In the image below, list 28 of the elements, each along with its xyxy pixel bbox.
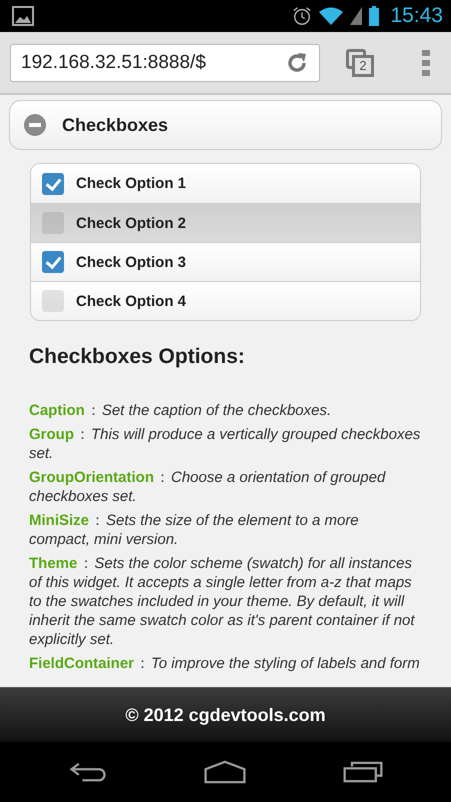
option-description: MiniSize：Sets the size of the element to a more compact, mini version. — [29, 511, 360, 549]
checkbox-option[interactable]: Check Option 3 — [31, 242, 420, 281]
checkbox[interactable] — [42, 212, 64, 234]
collapsible-header[interactable]: Checkboxes — [9, 100, 442, 150]
checkbox-option[interactable]: Check Option 4 — [31, 281, 420, 320]
checkbox[interactable] — [42, 251, 64, 273]
menu-icon[interactable] — [422, 50, 430, 76]
checkbox[interactable] — [42, 172, 64, 194]
clock-time: 15:43 — [390, 4, 443, 28]
option-description: Caption：Set the caption of the checkboxes. — [29, 401, 332, 420]
picture-icon — [12, 6, 34, 26]
option-description: FieldContainer：To improve the styling of labels and form — [29, 654, 421, 673]
home-icon[interactable] — [202, 760, 248, 784]
copyright-text: © 2012 cgdevtools.com — [125, 704, 326, 726]
alarm-icon — [292, 6, 312, 26]
option-description: GroupOrientation：Choose a orientation of grouped checkboxes set. — [29, 468, 387, 506]
checkbox-option[interactable]: Check Option 1 — [31, 164, 420, 203]
option-description: Theme：Sets the color scheme (swatch) for all instances of this widget. It accepts a single letter from a-z that maps to the swatches included in your theme. By default, it will inherit the same swatch color as it's parent container if not explicitly set. — [29, 554, 416, 649]
recent-apps-icon[interactable] — [340, 761, 384, 783]
wifi-icon — [319, 7, 344, 25]
option-description: Group：This will produce a vertically grouped checkboxes set. — [29, 425, 421, 463]
checkbox[interactable] — [42, 290, 64, 312]
section-heading: Checkboxes Options: — [29, 345, 246, 369]
back-icon[interactable] — [66, 761, 108, 783]
battery-icon — [369, 6, 380, 26]
checkbox-option[interactable]: Check Option 2 — [31, 203, 420, 242]
signal-icon — [350, 7, 362, 25]
address-field[interactable]: 192.168.32.51:8888/$ — [10, 44, 320, 82]
